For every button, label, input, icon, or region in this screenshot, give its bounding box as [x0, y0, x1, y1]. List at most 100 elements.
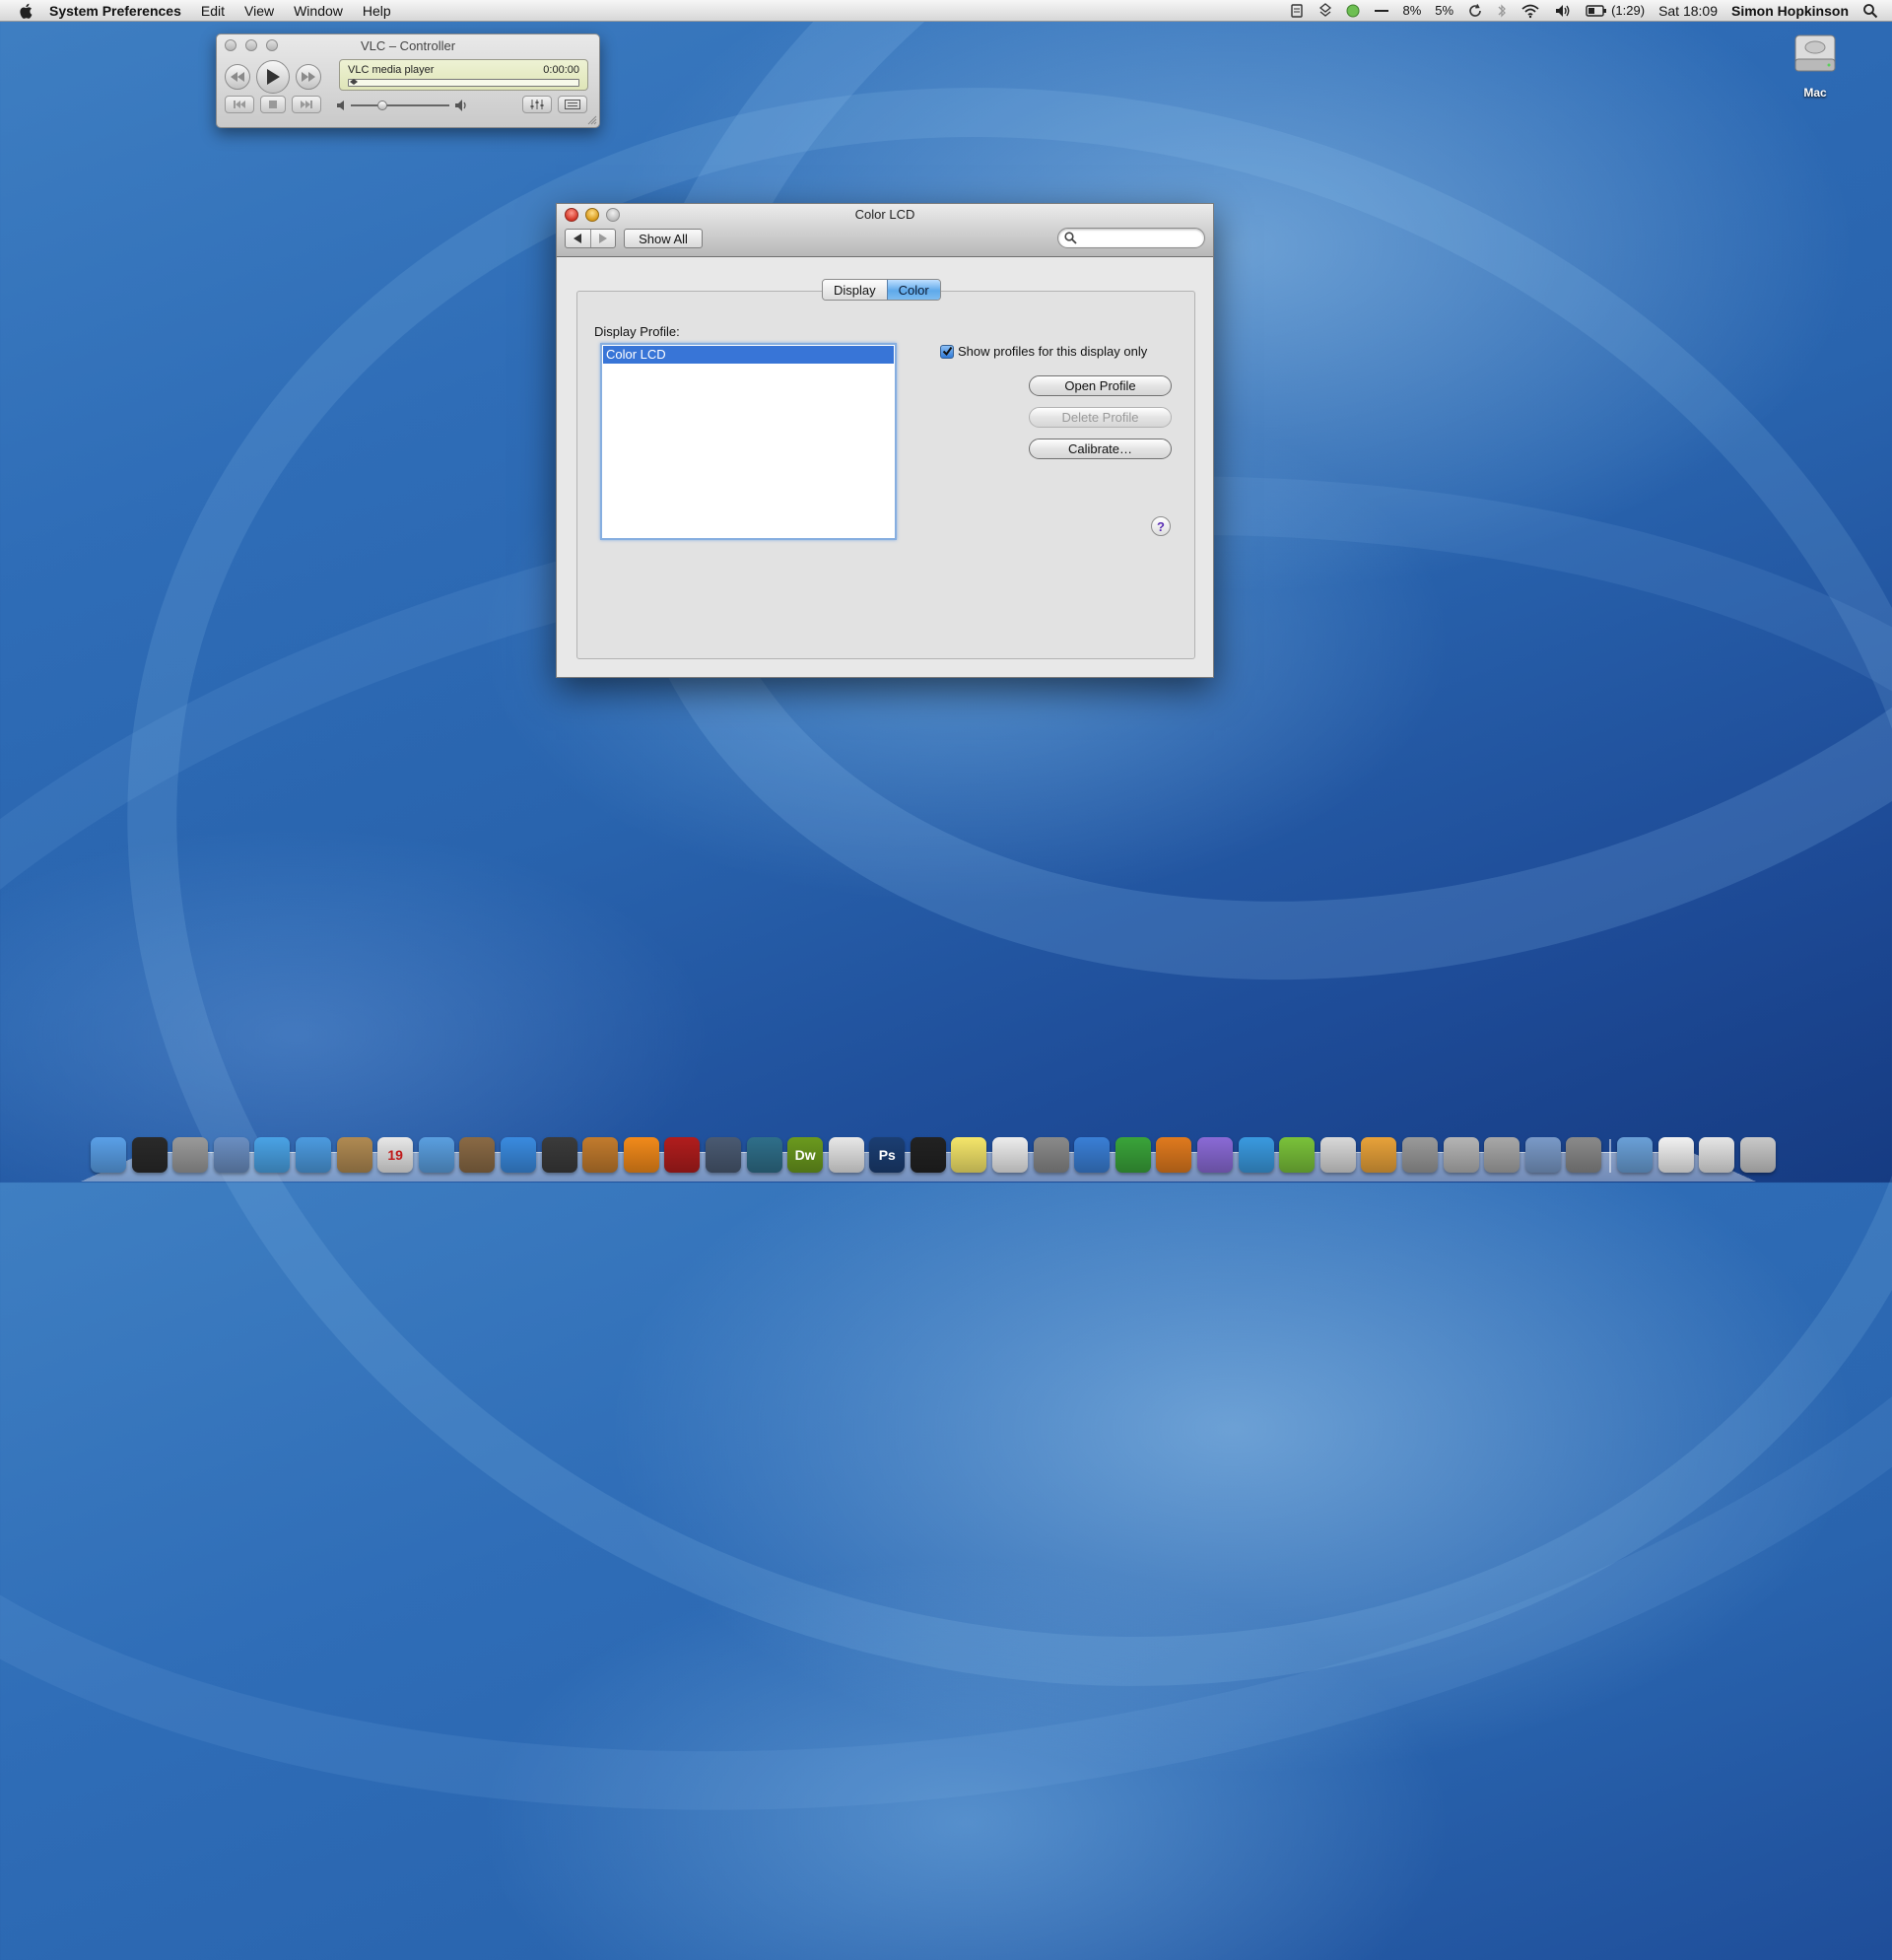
photoshop-icon[interactable]: Ps: [869, 1137, 906, 1173]
volume-low-icon: [337, 101, 344, 110]
stickies-icon[interactable]: [951, 1137, 987, 1173]
open-profile-button[interactable]: Open Profile: [1029, 375, 1172, 396]
mail-icon[interactable]: [213, 1137, 249, 1173]
vlc-previous-button[interactable]: [225, 96, 254, 113]
back-forward-control: [565, 229, 616, 248]
script-editor-icon[interactable]: [1402, 1137, 1438, 1173]
resize-grip-icon[interactable]: [587, 115, 597, 125]
cpu-meter-1[interactable]: 8%: [1403, 3, 1422, 18]
search-field[interactable]: [1057, 228, 1205, 248]
equalizer-icon: [530, 100, 544, 109]
search-icon: [1064, 232, 1077, 244]
time-machine-status-icon[interactable]: [1467, 3, 1483, 19]
xbox-icon[interactable]: [1279, 1137, 1316, 1173]
finder-icon[interactable]: [91, 1137, 126, 1173]
dash-indicator-icon[interactable]: [1374, 6, 1389, 16]
excel-icon[interactable]: [1115, 1137, 1151, 1173]
vlc-fast-forward-button[interactable]: [296, 64, 321, 90]
display-profile-list[interactable]: Color LCD: [600, 343, 897, 540]
calculator-icon[interactable]: [172, 1137, 209, 1173]
cpu-meter-2[interactable]: 5%: [1435, 3, 1453, 18]
sync-status-icon[interactable]: [1318, 2, 1332, 19]
menu-extra-icon[interactable]: [1289, 3, 1305, 19]
safari-icon[interactable]: [254, 1137, 291, 1173]
installer-icon[interactable]: [1484, 1137, 1520, 1173]
dashboard-icon[interactable]: [131, 1137, 168, 1173]
acrobat-icon[interactable]: [828, 1137, 864, 1173]
dreamweaver-icon[interactable]: Dw: [787, 1137, 824, 1173]
aperture-icon[interactable]: [910, 1137, 946, 1173]
delete-profile-button[interactable]: Delete Profile: [1029, 407, 1172, 428]
drive-label: Mac: [1803, 86, 1827, 100]
show-profiles-checkbox-row[interactable]: Show profiles for this display only: [940, 344, 1147, 359]
documents-icon[interactable]: [1657, 1137, 1694, 1173]
spaces-icon[interactable]: [705, 1137, 741, 1173]
ical-icon[interactable]: 19: [377, 1137, 414, 1173]
dvd-player-icon[interactable]: [500, 1137, 536, 1173]
tab-bar: Display Color: [822, 279, 941, 301]
status-orb-icon[interactable]: [1346, 4, 1360, 18]
battery-status[interactable]: (1:29): [1586, 3, 1645, 18]
volume-icon[interactable]: [1554, 3, 1572, 19]
back-button[interactable]: [566, 230, 590, 247]
volume-slider-knob[interactable]: [377, 101, 387, 110]
time-machine-icon[interactable]: [746, 1137, 782, 1173]
show-profiles-checkbox[interactable]: [940, 344, 954, 359]
show-profiles-label: Show profiles for this display only: [958, 344, 1148, 359]
clock[interactable]: Sat 18:09: [1658, 3, 1718, 19]
menu-window[interactable]: Window: [294, 3, 343, 19]
vlc-playlist-button[interactable]: [558, 96, 587, 113]
display-profile-label: Display Profile:: [594, 324, 680, 339]
menu-help[interactable]: Help: [363, 3, 391, 19]
usb-icon[interactable]: [1524, 1137, 1561, 1173]
imovie-icon[interactable]: [541, 1137, 577, 1173]
menu-bar: System Preferences Edit View Window Help…: [0, 0, 1892, 22]
word-icon[interactable]: [1074, 1137, 1111, 1173]
dock: 19 Dw Ps: [91, 1127, 1781, 1173]
numbers-icon[interactable]: [1319, 1137, 1356, 1173]
menu-edit[interactable]: Edit: [201, 3, 225, 19]
address-book-icon[interactable]: [336, 1137, 372, 1173]
photo-booth-icon[interactable]: [664, 1137, 701, 1173]
itunes-icon[interactable]: [418, 1137, 454, 1173]
user-menu[interactable]: Simon Hopkinson: [1731, 3, 1849, 19]
downloads-stack-icon[interactable]: [1699, 1137, 1735, 1173]
vlc-rewind-button[interactable]: [225, 64, 250, 90]
help-button[interactable]: ?: [1151, 516, 1171, 536]
automator-icon[interactable]: [1033, 1137, 1069, 1173]
vlc-play-button[interactable]: [256, 60, 290, 94]
wifi-icon[interactable]: [1520, 3, 1540, 19]
powerpoint-icon[interactable]: [1156, 1137, 1192, 1173]
iphoto-icon[interactable]: [459, 1137, 496, 1173]
forward-button[interactable]: [589, 230, 616, 247]
tab-display[interactable]: Display: [823, 280, 887, 300]
show-all-button[interactable]: Show All: [624, 229, 703, 248]
vlc-volume-slider[interactable]: [351, 101, 449, 110]
vlc-display: VLC media player 0:00:00: [339, 59, 588, 91]
dock-icon-label: Dw: [794, 1147, 816, 1163]
menu-view[interactable]: View: [244, 3, 274, 19]
pages-icon[interactable]: [1361, 1137, 1397, 1173]
system-preferences-icon[interactable]: [1566, 1137, 1602, 1173]
bluetooth-icon[interactable]: [1497, 3, 1507, 19]
applications-folder-icon[interactable]: [1616, 1137, 1653, 1173]
vlc-seek-bar[interactable]: [348, 79, 579, 87]
vlc-icon[interactable]: [623, 1137, 659, 1173]
spotlight-icon[interactable]: [1862, 3, 1878, 19]
vlc-next-button[interactable]: [292, 96, 321, 113]
tab-color[interactable]: Color: [886, 280, 940, 300]
garageband-icon[interactable]: [582, 1137, 619, 1173]
app-name-menu[interactable]: System Preferences: [49, 3, 181, 19]
entourage-icon[interactable]: [1197, 1137, 1234, 1173]
archive-icon[interactable]: [1443, 1137, 1479, 1173]
vlc-equalizer-button[interactable]: [522, 96, 552, 113]
trash-icon[interactable]: [1739, 1137, 1776, 1173]
textedit-icon[interactable]: [992, 1137, 1029, 1173]
ichat-icon[interactable]: [295, 1137, 331, 1173]
desktop-drive[interactable]: Mac: [1786, 30, 1845, 100]
profile-list-item[interactable]: Color LCD: [603, 346, 894, 364]
messenger-icon[interactable]: [1238, 1137, 1274, 1173]
apple-menu-icon[interactable]: [18, 2, 35, 20]
calibrate-button[interactable]: Calibrate…: [1029, 439, 1172, 459]
vlc-stop-button[interactable]: [260, 96, 286, 113]
